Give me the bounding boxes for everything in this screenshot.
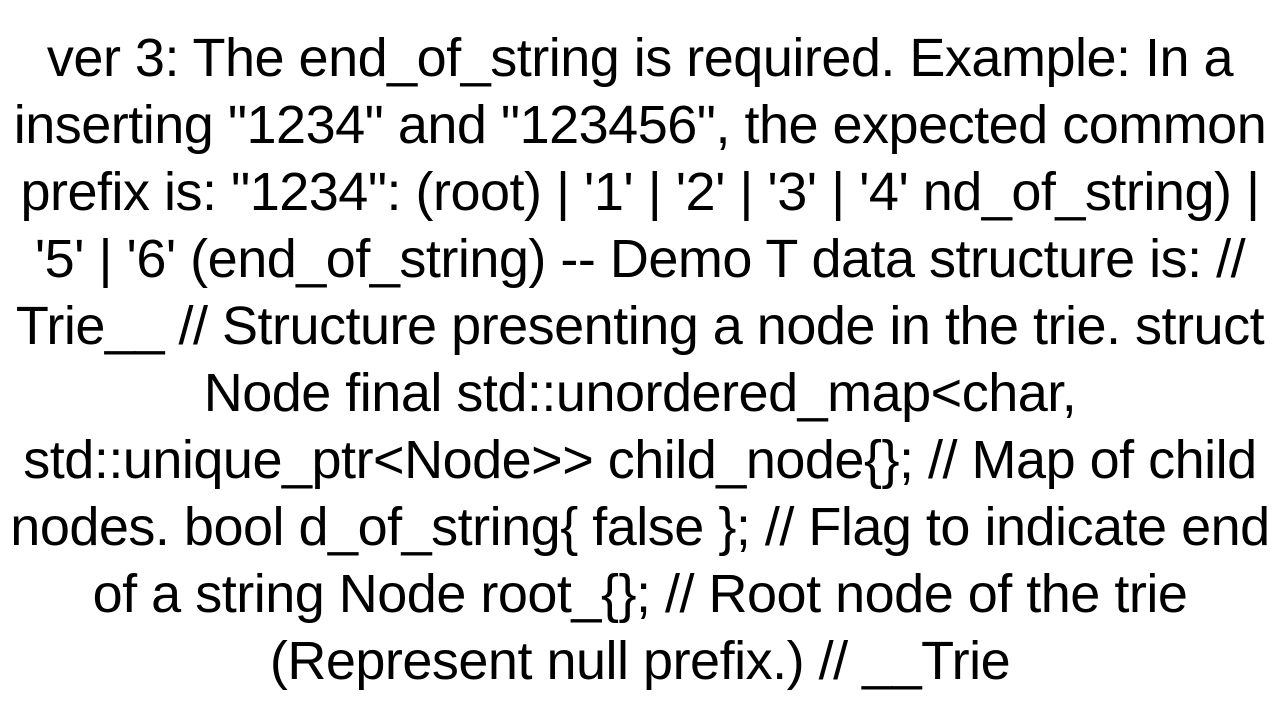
document-text: ver 3: The end_of_string is required. Ex…	[0, 25, 1280, 695]
